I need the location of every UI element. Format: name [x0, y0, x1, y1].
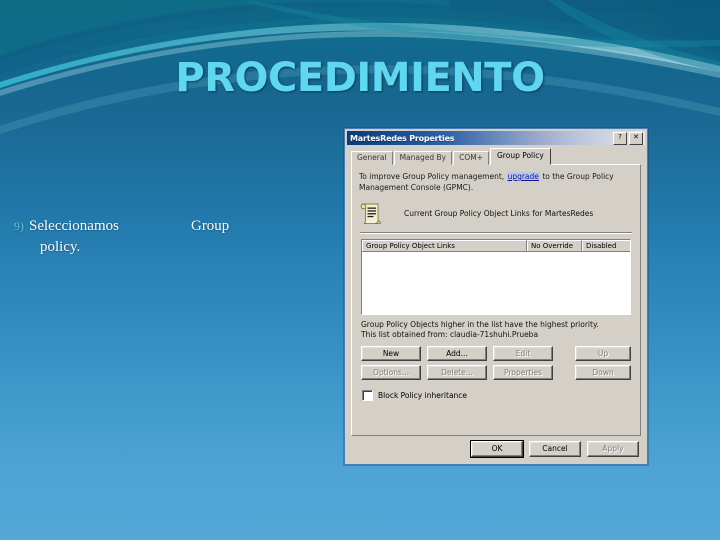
dialog-title-bar[interactable]: MartesRedes Properties ? ✕ [347, 131, 645, 145]
tab-managed-by[interactable]: Managed By [393, 151, 453, 165]
tab-group-policy[interactable]: Group Policy [490, 148, 551, 165]
up-button[interactable]: Up [575, 346, 631, 361]
options-button[interactable]: Options... [361, 365, 421, 380]
column-header-links[interactable]: Group Policy Object Links [362, 240, 527, 251]
close-icon[interactable]: ✕ [629, 132, 643, 145]
group-policy-tab-page: To improve Group Policy management, upgr… [351, 164, 641, 436]
block-inheritance-label: Block Policy inheritance [378, 391, 468, 400]
gpo-list-header: Group Policy Object Links No Override Di… [362, 240, 630, 252]
cancel-button[interactable]: Cancel [529, 441, 581, 457]
priority-note-line2: This list obtained from: claudia-71shuhi… [361, 330, 539, 339]
delete-button[interactable]: Delete... [427, 365, 487, 380]
gpo-action-buttons: New Add... Edit Up Options... Delete... … [361, 346, 631, 380]
bullet-text-part1: Seleccionamos [29, 218, 119, 234]
tab-com-plus[interactable]: COM+ [453, 151, 489, 165]
gpo-links-list[interactable]: Group Policy Object Links No Override Di… [361, 239, 631, 315]
column-header-no-override[interactable]: No Override [527, 240, 582, 251]
upgrade-link[interactable]: upgrade [506, 172, 540, 181]
priority-note-line1: Group Policy Objects higher in the list … [361, 320, 599, 329]
bullet-number: 9) [14, 219, 24, 233]
group-policy-scroll-icon [359, 201, 384, 226]
ok-button[interactable]: OK [471, 441, 523, 457]
presentation-slide: PROCEDIMIENTO 9) Seleccionamos Group polic… [0, 0, 720, 540]
gpo-list-body[interactable] [362, 252, 630, 315]
properties-button[interactable]: Properties [493, 365, 553, 380]
block-inheritance-checkbox[interactable] [362, 390, 373, 401]
bullet-text-part3: policy. [40, 239, 81, 255]
dialog-tab-strip: General Managed By COM+ Group Policy [351, 148, 647, 165]
priority-note: Group Policy Objects higher in the list … [361, 320, 631, 340]
slide-title: PROCEDIMIENTO [175, 55, 545, 101]
upgrade-notice-before: To improve Group Policy management, [359, 172, 505, 181]
bullet-text-part2: Group [190, 218, 230, 234]
dialog-footer: OK Cancel Apply [345, 434, 647, 464]
block-inheritance-row[interactable]: Block Policy inheritance [362, 390, 630, 401]
edit-button[interactable]: Edit [493, 346, 553, 361]
section-divider [360, 232, 632, 234]
dialog-title: MartesRedes Properties [350, 133, 455, 143]
upgrade-notice: To improve Group Policy management, upgr… [359, 172, 633, 193]
current-links-label: Current Group Policy Object Links for Ma… [404, 208, 594, 218]
help-icon[interactable]: ? [613, 132, 627, 145]
new-button[interactable]: New [361, 346, 421, 361]
down-button[interactable]: Down [575, 365, 631, 380]
current-links-row: Current Group Policy Object Links for Ma… [359, 199, 633, 227]
title-bar-buttons: ? ✕ [613, 132, 643, 145]
column-header-disabled[interactable]: Disabled [582, 240, 630, 251]
properties-dialog: MartesRedes Properties ? ✕ General Manag… [344, 128, 648, 465]
add-button[interactable]: Add... [427, 346, 487, 361]
apply-button[interactable]: Apply [587, 441, 639, 457]
tab-general[interactable]: General [351, 151, 393, 165]
slide-bullet-text: 9) Seleccionamos Group policy. [14, 216, 334, 258]
